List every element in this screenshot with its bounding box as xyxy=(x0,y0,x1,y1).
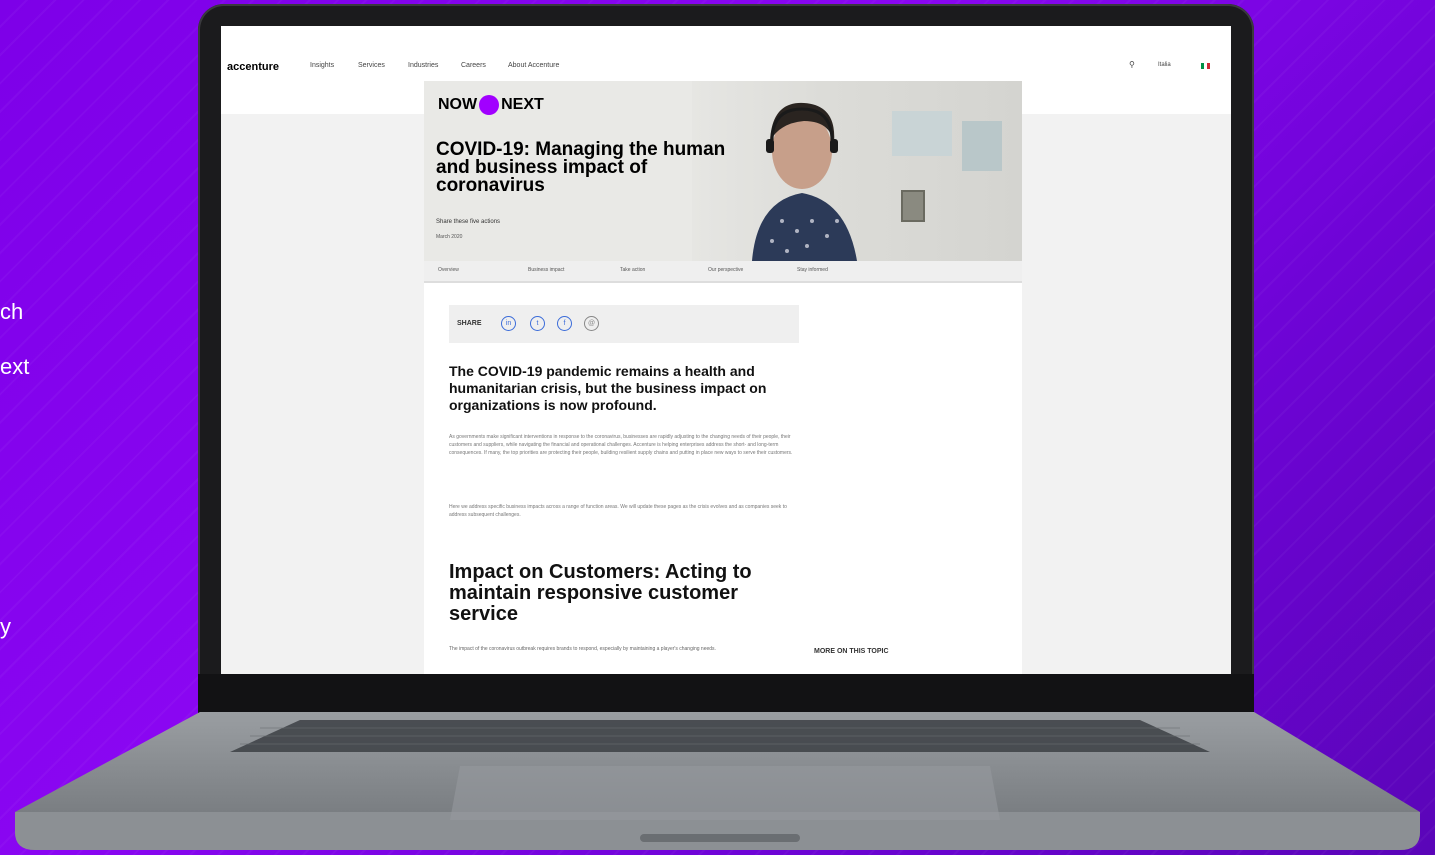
nav-about[interactable]: About Accenture xyxy=(508,62,559,69)
subnav-item-overview[interactable]: Overview xyxy=(438,267,459,273)
more-on-this-topic[interactable]: MORE ON THIS TOPIC xyxy=(814,648,889,655)
globe-icon xyxy=(479,95,500,115)
share-label: SHARE xyxy=(457,320,482,327)
subnav-item-stay-informed[interactable]: Stay informed xyxy=(797,267,828,273)
side-text-1: ch xyxy=(0,299,24,324)
subnav-item-business-impact[interactable]: Business impact xyxy=(528,267,564,273)
nav-insights[interactable]: Insights xyxy=(310,62,334,69)
search-icon[interactable]: ⚲ xyxy=(1129,60,1135,69)
section-nav: Overview Business impact Take action Our… xyxy=(424,261,1022,283)
side-text-3: y xyxy=(0,614,11,639)
article-lead: The COVID-19 pandemic remains a health a… xyxy=(449,363,767,413)
side-text-2: ext xyxy=(0,354,30,379)
article-paragraph-1: As governments make significant interven… xyxy=(449,434,793,456)
hero-photo xyxy=(692,81,1022,261)
facebook-icon[interactable]: f xyxy=(557,316,572,331)
section-heading: Impact on Customers: Acting to maintain … xyxy=(449,561,752,625)
subnav-item-take-action[interactable]: Take action xyxy=(620,267,645,273)
region-selector[interactable]: Italia xyxy=(1158,62,1171,68)
nav-careers[interactable]: Careers xyxy=(461,62,486,69)
email-icon[interactable]: @ xyxy=(584,316,599,331)
hero-date: March 2020 xyxy=(436,234,463,240)
linkedin-icon[interactable]: in xyxy=(501,316,516,331)
hero-photo-illustration xyxy=(752,102,1002,261)
laptop-chin xyxy=(198,674,1254,716)
nav-industries[interactable]: Industries xyxy=(408,62,438,69)
hero-banner: NOW NEXT COVID-19: Managing the human and… xyxy=(424,81,1022,261)
nav-services[interactable]: Services xyxy=(358,62,385,69)
brand-now: NOW xyxy=(438,96,478,114)
accenture-logo[interactable]: accenture xyxy=(227,61,279,73)
subnav-item-perspective[interactable]: Our perspective xyxy=(708,267,743,273)
article-paragraph-2: Here we address specific business impact… xyxy=(449,504,787,518)
twitter-icon[interactable]: t xyxy=(530,316,545,331)
article-body: SHARE in t f @ The COVID-19 pandemic rem… xyxy=(424,283,1022,674)
laptop-screen: accenture Insights Services Industries C… xyxy=(221,26,1231,674)
hero-title: COVID-19: Managing the human and busines… xyxy=(436,139,726,196)
hero-subtitle: Share these five actions xyxy=(436,219,501,225)
brand-next: NEXT xyxy=(501,96,544,114)
article-paragraph-3: The impact of the coronavirus outbreak r… xyxy=(449,646,716,652)
now-next-brand: NOW NEXT xyxy=(438,95,544,115)
laptop-base xyxy=(15,712,1420,850)
flag-icon[interactable] xyxy=(1201,62,1210,71)
share-bar: SHARE in t f @ xyxy=(449,305,799,343)
